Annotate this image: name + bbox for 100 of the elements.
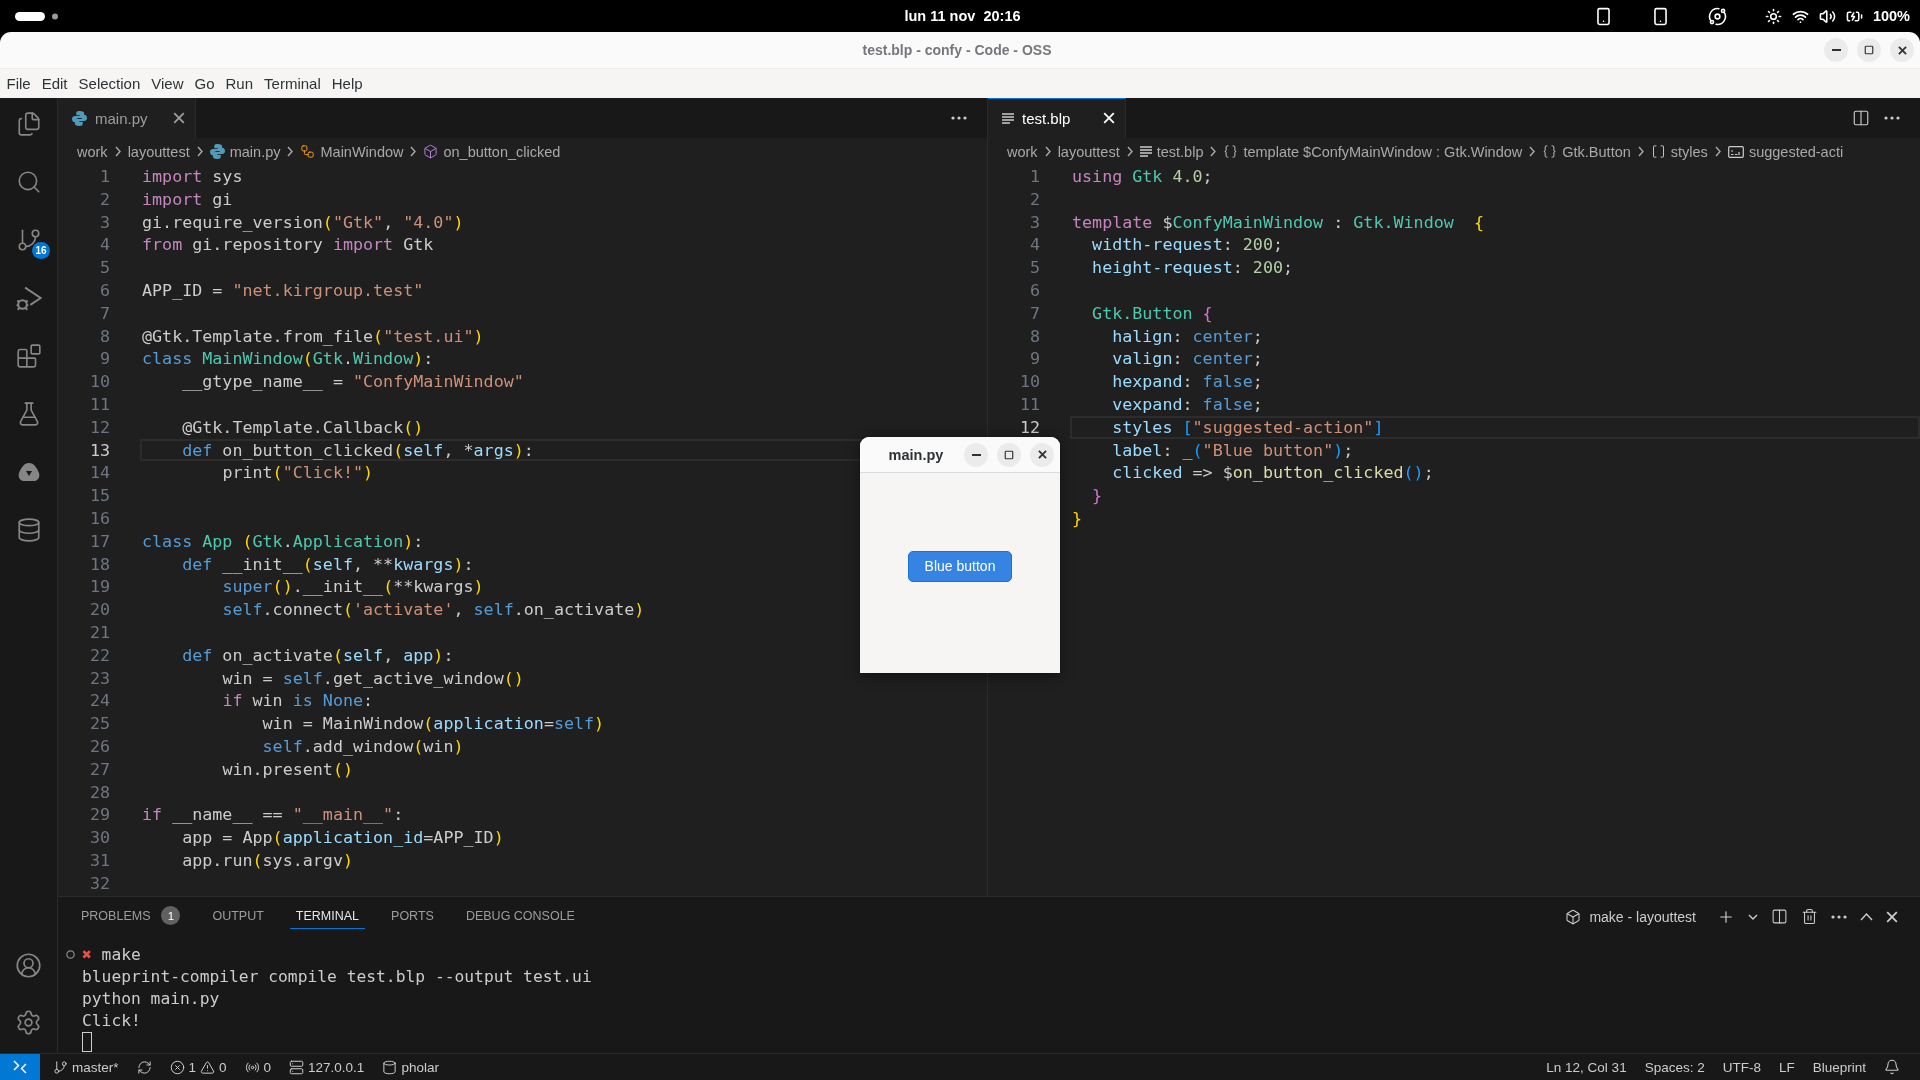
breadcrumb-item[interactable]: on_button_clicked (423, 143, 561, 160)
action-button[interactable]: Blue button (907, 550, 1013, 582)
more-actions-button[interactable] (1884, 116, 1900, 120)
warning-count: 0 (219, 1059, 227, 1075)
breadcrumb-item[interactable]: styles (1650, 143, 1708, 160)
breadcrumb-item[interactable]: layouttest (127, 143, 190, 160)
breadcrumb-item[interactable]: main.py (209, 143, 281, 160)
more-actions-button[interactable] (1831, 914, 1847, 919)
code-line: import gi (142, 187, 233, 211)
maximize-button[interactable] (1857, 38, 1881, 62)
host-status[interactable]: 127.0.0.1 (283, 1054, 371, 1080)
breadcrumb-item[interactable]: template $ConfyMainWindow : Gtk.Window (1223, 143, 1523, 160)
menu-item[interactable]: Help (326, 72, 369, 95)
minimize-button[interactable] (964, 442, 988, 467)
panel-tab[interactable]: TERMINAL (289, 904, 366, 929)
code-line: hexpand: false; (1112, 370, 1263, 393)
indentation-status[interactable]: Spaces: 2 (1638, 1054, 1711, 1080)
maximize-icon (1864, 45, 1874, 55)
line-number: 12 (1018, 415, 1040, 439)
line-number: 10 (1018, 370, 1040, 393)
menu-item[interactable]: Run (220, 72, 259, 95)
menu-item[interactable]: Go (189, 72, 220, 95)
settings-icon (15, 1008, 42, 1036)
line-number: 9 (1028, 347, 1040, 371)
delete-terminal-button[interactable] (1801, 908, 1818, 925)
split-editor-button[interactable] (1852, 109, 1870, 127)
branch-status[interactable]: master* (47, 1054, 125, 1080)
menu-item[interactable]: Terminal (258, 72, 327, 95)
code-line: @Gtk.Template.Callback() (182, 415, 424, 439)
close-panel-button[interactable] (1886, 910, 1898, 923)
clock[interactable]: lun 11 nov 20:16 (904, 8, 1021, 24)
editor-tab[interactable]: main.py (58, 98, 196, 138)
system-menu-button[interactable]: 100% (1764, 7, 1910, 25)
code-line: using Gtk 4.0; (1072, 165, 1213, 188)
chevron-right-icon (1529, 146, 1536, 157)
terminal-line: ✖ make (82, 944, 141, 964)
close-button[interactable] (1890, 38, 1914, 62)
menu-item[interactable]: View (145, 72, 189, 95)
line-number: 24 (88, 689, 110, 713)
code-line: @Gtk.Template.from_file("test.ui") (142, 324, 484, 348)
chevron-right-icon (1126, 146, 1133, 157)
code-line: win.present() (222, 757, 353, 781)
line-number: 31 (88, 848, 110, 872)
line-number: 14 (88, 461, 110, 485)
breadcrumb-item[interactable]: Gtk.Button (1542, 143, 1631, 160)
pill-and-dot-icon[interactable] (15, 11, 59, 21)
terminal-selector[interactable]: make - layouttest (1565, 908, 1696, 925)
terminal-dropdown-button[interactable] (1748, 913, 1758, 920)
menu-item[interactable]: Edit (36, 72, 74, 95)
cursor-position[interactable]: Ln 12, Col 31 (1540, 1054, 1633, 1080)
line-ending-status[interactable]: LF (1772, 1054, 1801, 1080)
maximize-button[interactable] (997, 442, 1021, 467)
code-line: if win is None: (222, 689, 374, 713)
volume-icon (1818, 7, 1836, 25)
menu-item[interactable]: File (1, 72, 37, 95)
panel-tab[interactable]: OUTPUT (206, 904, 270, 929)
editor-tab[interactable]: test.blp (988, 98, 1126, 138)
close-tab-button[interactable] (173, 112, 185, 124)
breadcrumb-item[interactable]: test.blp (1139, 143, 1204, 160)
run-debug-button[interactable] (14, 284, 43, 312)
cube-icon (423, 144, 439, 159)
encoding-status[interactable]: UTF-8 (1716, 1054, 1767, 1080)
split-terminal-button[interactable] (1771, 908, 1788, 925)
code-line: self.connect('activate', self.on_activate) (222, 598, 645, 621)
maximize-panel-button[interactable] (1860, 912, 1873, 921)
line-number: 1 (98, 165, 110, 188)
language-status[interactable]: Blueprint (1806, 1054, 1872, 1080)
settings-button[interactable] (14, 1008, 43, 1036)
code-line: def on_button_clicked(self, *args): (182, 438, 534, 462)
branch-icon (53, 1059, 68, 1075)
breadcrumb-item[interactable]: work (77, 143, 108, 160)
code-line: styles ["suggested-action"] (1112, 415, 1384, 439)
minimize-button[interactable] (1824, 38, 1848, 62)
count-badge: 16 (32, 242, 50, 259)
line-number: 13 (88, 438, 110, 462)
mound-icon (16, 462, 41, 482)
menu-item[interactable]: Selection (73, 72, 146, 95)
accounts-button[interactable] (14, 951, 43, 979)
code-line: valign: center; (1112, 347, 1263, 371)
more-actions-button[interactable] (951, 116, 967, 120)
circle-icon (65, 949, 75, 959)
problems-status[interactable]: 1 0 (163, 1054, 233, 1080)
window-title: main.py (887, 446, 945, 463)
status-button[interactable] (1707, 6, 1727, 26)
extensions-button[interactable] (14, 342, 43, 370)
terminal-line: blueprint-compiler compile test.blp --output test.ui (82, 966, 592, 986)
panel-tab[interactable]: PROBLEMS 1 (75, 902, 187, 931)
code-line: APP_ID = "net.kirgroup.test" (142, 279, 424, 302)
tab-label[interactable]: test.blp (1022, 109, 1095, 127)
breadcrumb-item[interactable]: layouttest (1057, 143, 1120, 160)
panel-tab[interactable]: DEBUG CONSOLE (459, 904, 581, 929)
breadcrumb-item[interactable]: work (1007, 143, 1038, 160)
breadcrumb-item[interactable]: suggested-acti (1727, 143, 1844, 160)
close-button[interactable] (1030, 442, 1054, 467)
line-number: 8 (1028, 324, 1040, 348)
tab-label[interactable]: main.py (95, 109, 165, 127)
database-status[interactable]: pholar (376, 1054, 445, 1080)
breadcrumb-item[interactable]: MainWindow (300, 143, 404, 160)
panel-tab[interactable]: PORTS (385, 904, 440, 929)
ports-status[interactable]: 0 (238, 1054, 278, 1080)
